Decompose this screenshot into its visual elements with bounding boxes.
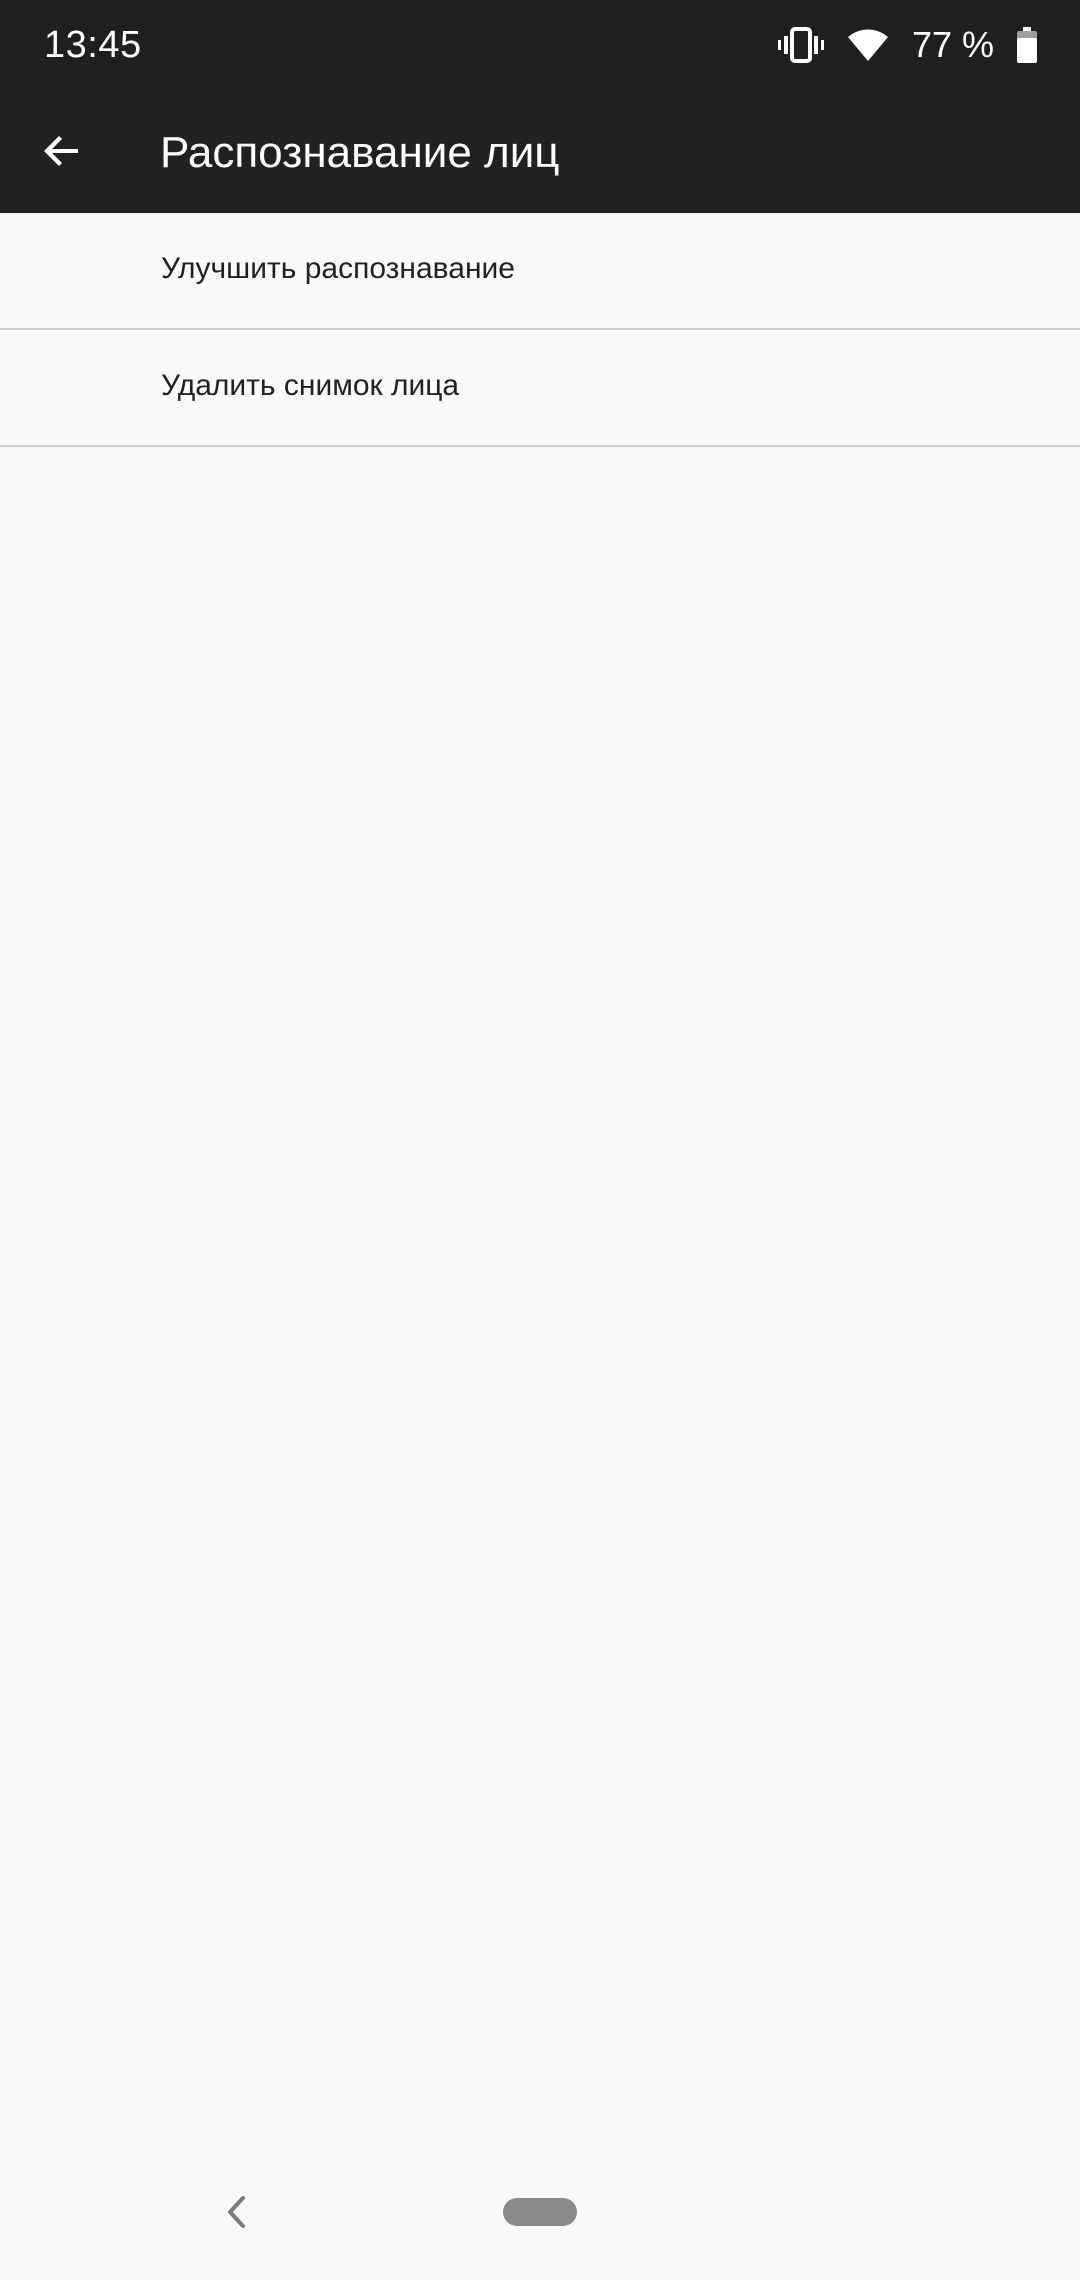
wifi-icon	[846, 27, 890, 63]
list-item-label: Удалить снимок лица	[161, 369, 460, 402]
status-bar: 13:45 77 %	[0, 0, 1080, 89]
page-title: Распознавание лиц	[160, 128, 560, 177]
arrow-left-icon	[42, 131, 82, 171]
list-item-improve-recognition[interactable]: Улучшить распознавание	[0, 213, 1080, 330]
list-item-delete-face-data[interactable]: Удалить снимок лица	[0, 330, 1080, 447]
battery-icon	[1016, 27, 1038, 63]
back-button[interactable]	[28, 117, 96, 185]
vibrate-icon	[777, 25, 824, 65]
app-bar: Распознавание лиц	[0, 89, 1080, 213]
navigation-bar	[0, 2148, 1080, 2280]
status-icons: 77 %	[777, 22, 1038, 68]
settings-list: Улучшить распознавание Удалить снимок ли…	[0, 213, 1080, 447]
list-item-label: Улучшить распознавание	[161, 252, 515, 285]
nav-home-pill[interactable]	[503, 2198, 577, 2226]
battery-percent: 77 %	[911, 24, 994, 65]
screen: 13:45 77 % Распознавание лиц Улучшить ра…	[0, 0, 1080, 2280]
nav-back-icon	[225, 2195, 247, 2229]
nav-back-button[interactable]	[214, 2190, 258, 2234]
status-time: 13:45	[44, 24, 142, 66]
